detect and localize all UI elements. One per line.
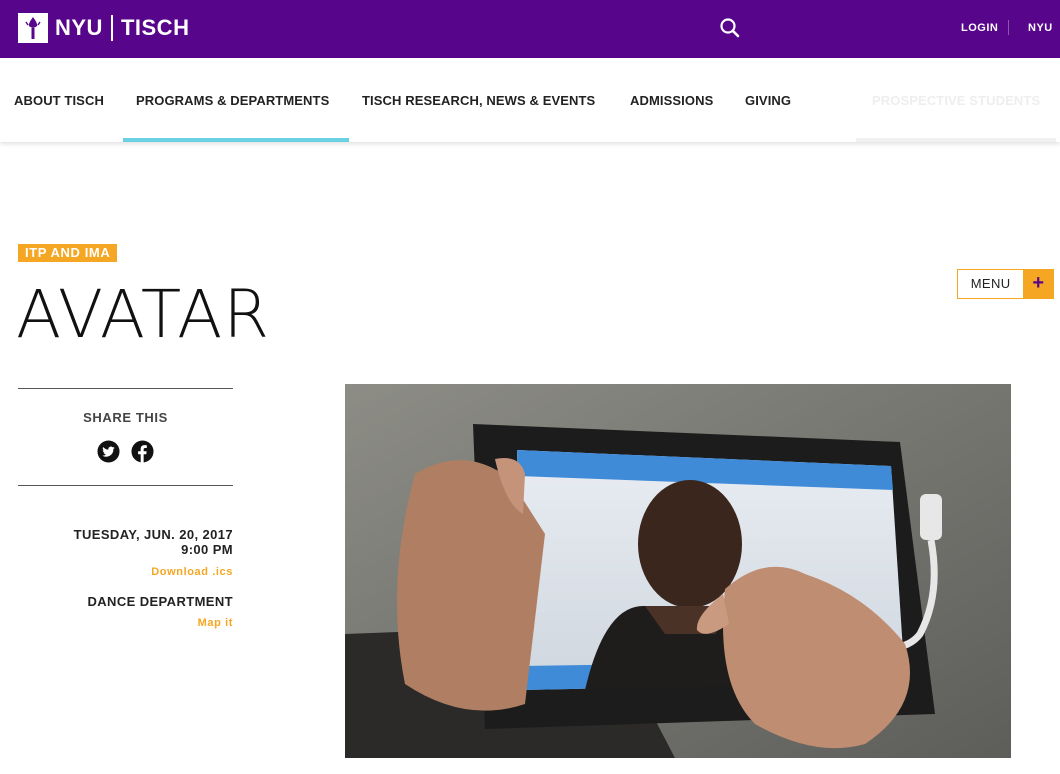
sidebar-divider-bottom xyxy=(18,485,233,486)
logo-nyu-text: NYU xyxy=(55,15,103,40)
menu-button[interactable]: MENU + xyxy=(957,269,1054,299)
location-name: DANCE DEPARTMENT xyxy=(87,594,233,609)
nav-giving[interactable]: GIVING xyxy=(745,93,791,108)
nav-prospective-students[interactable]: PROSPECTIVE STUDENTS xyxy=(872,93,1040,108)
map-it-link[interactable]: Map it xyxy=(198,617,233,629)
nyu-link[interactable]: NYU xyxy=(1028,22,1053,34)
nyu-tisch-logo[interactable]: NYU TISCH xyxy=(18,13,189,43)
nav-research-news-events[interactable]: TISCH RESEARCH, NEWS & EVENTS xyxy=(362,93,595,108)
nav-admissions[interactable]: ADMISSIONS xyxy=(630,93,713,108)
search-icon[interactable] xyxy=(719,17,741,39)
top-divider xyxy=(1008,20,1009,35)
nav-about-tisch[interactable]: ABOUT TISCH xyxy=(14,93,104,108)
page-title: AVATAR xyxy=(16,276,271,353)
twitter-icon[interactable] xyxy=(97,440,120,463)
top-bar: NYU TISCH LOGIN NYU xyxy=(0,0,1060,58)
download-ics-link[interactable]: Download .ics xyxy=(151,566,233,578)
logo-separator xyxy=(110,15,113,41)
event-location: DANCE DEPARTMENT Map it xyxy=(18,594,233,631)
facebook-icon[interactable] xyxy=(131,440,154,463)
nav-programs-departments[interactable]: PROGRAMS & DEPARTMENTS xyxy=(136,93,329,108)
sidebar-divider-top xyxy=(18,388,233,389)
event-datetime: TUESDAY, JUN. 20, 2017 9:00 PM Download … xyxy=(18,527,233,580)
plus-icon: + xyxy=(1023,270,1053,298)
logo-tisch-text: TISCH xyxy=(120,15,190,40)
share-label: SHARE THIS xyxy=(83,410,168,425)
event-time: 9:00 PM xyxy=(181,542,233,557)
nav-faded-indicator xyxy=(856,138,1056,142)
menu-button-label: MENU xyxy=(970,276,1011,291)
main-nav: ABOUT TISCH PROGRAMS & DEPARTMENTS TISCH… xyxy=(0,58,1060,142)
category-tag[interactable]: ITP AND IMA xyxy=(18,244,118,262)
event-date: TUESDAY, JUN. 20, 2017 xyxy=(73,527,233,542)
nav-active-indicator xyxy=(123,138,349,142)
login-link[interactable]: LOGIN xyxy=(961,22,998,34)
nyu-torch-icon xyxy=(18,13,48,43)
event-photo xyxy=(345,384,1011,758)
